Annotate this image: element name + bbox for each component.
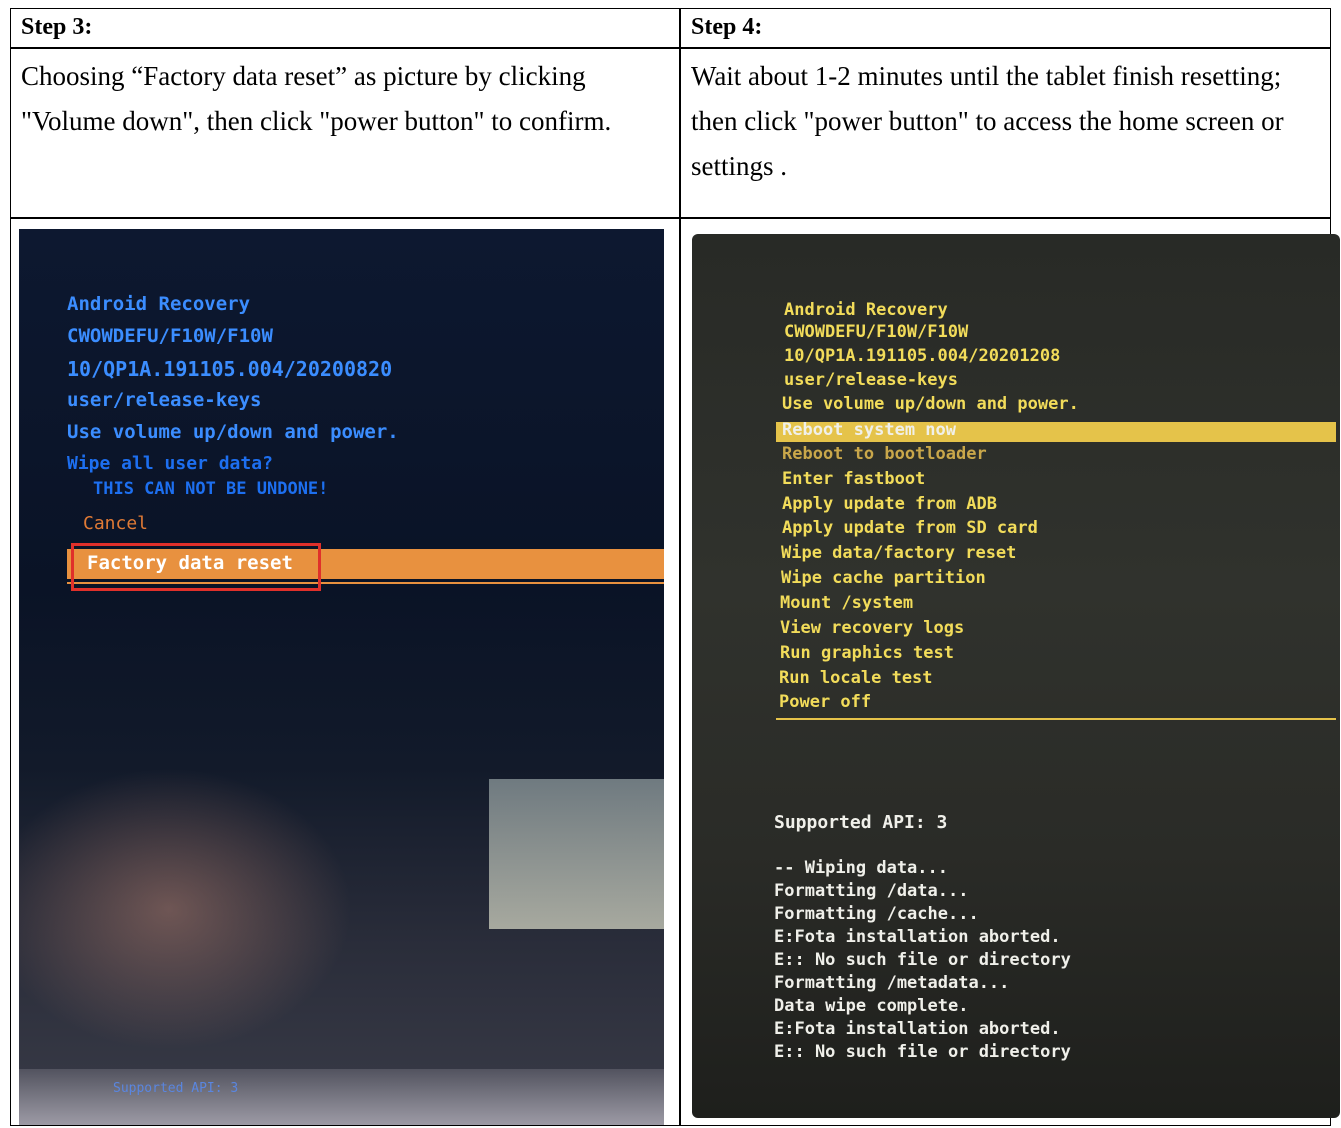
log-line: Formatting /data... (774, 881, 969, 901)
menu-item: View recovery logs (780, 618, 965, 638)
step3-header: Step 3: (21, 14, 93, 40)
background-light (19, 1069, 664, 1125)
step4-header: Step 4: (691, 14, 763, 40)
menu-underline (776, 718, 1336, 720)
recovery-line: 10/QP1A.191105.004/20201208 (784, 346, 1061, 366)
recovery-line: Android Recovery (784, 300, 948, 320)
log-line: -- Wiping data... (774, 858, 948, 878)
log-line: E:: No such file or directory (774, 1042, 1071, 1062)
highlight-box (71, 543, 321, 591)
recovery-line: 10/QP1A.191105.004/20200820 (67, 357, 393, 381)
recovery-line: Android Recovery (67, 293, 251, 315)
menu-item: Run locale test (779, 668, 933, 688)
log-line: Data wipe complete. (774, 996, 969, 1016)
log-line: Formatting /metadata... (774, 973, 1010, 993)
menu-item: Apply update from ADB (782, 494, 997, 514)
menu-item: Enter fastboot (782, 469, 926, 489)
menu-item: Reboot to bootloader (782, 444, 987, 464)
menu-item: Mount /system (780, 593, 914, 613)
menu-item: Run graphics test (780, 643, 954, 663)
menu-item: Apply update from SD card (782, 518, 1038, 538)
menu-reboot-system-now: Reboot system now (782, 420, 956, 440)
column-divider (679, 9, 681, 1125)
step3-instructions: Choosing “Factory data reset” as picture… (21, 61, 612, 136)
step4-recovery-photo: Android Recovery CWOWDEFU/F10W/F10W 10/Q… (692, 234, 1340, 1118)
log-line: E:Fota installation aborted. (774, 1019, 1061, 1039)
supported-api: Supported API: 3 (774, 812, 948, 833)
warning-text: THIS CAN NOT BE UNDONE! (93, 479, 329, 499)
background-window (489, 779, 664, 929)
wipe-prompt: Wipe all user data? (67, 453, 273, 474)
log-line: E:Fota installation aborted. (774, 927, 1061, 947)
recovery-line: CWOWDEFU/F10W/F10W (784, 322, 969, 342)
menu-item: Wipe cache partition (781, 568, 986, 588)
menu-item: Wipe data/factory reset (781, 543, 1017, 563)
step4-instructions: Wait about 1-2 minutes until the tablet … (691, 61, 1284, 181)
header-divider (11, 47, 1330, 49)
log-line: E:: No such file or directory (774, 950, 1071, 970)
menu-cancel: Cancel (83, 513, 149, 534)
text-divider (11, 217, 1330, 219)
recovery-line: Use volume up/down and power. (67, 421, 399, 443)
recovery-line: Use volume up/down and power. (782, 394, 1079, 414)
step3-recovery-photo: Android Recovery CWOWDEFU/F10W/F10W 10/Q… (19, 229, 664, 1125)
supported-api: Supported API: 3 (113, 1081, 239, 1096)
recovery-line: user/release-keys (67, 389, 262, 411)
instruction-table: Step 3: Step 4: Choosing “Factory data r… (10, 8, 1340, 1126)
menu-item: Power off (779, 692, 872, 712)
recovery-line: user/release-keys (784, 370, 958, 390)
recovery-line: CWOWDEFU/F10W/F10W (67, 325, 273, 347)
log-line: Formatting /cache... (774, 904, 979, 924)
